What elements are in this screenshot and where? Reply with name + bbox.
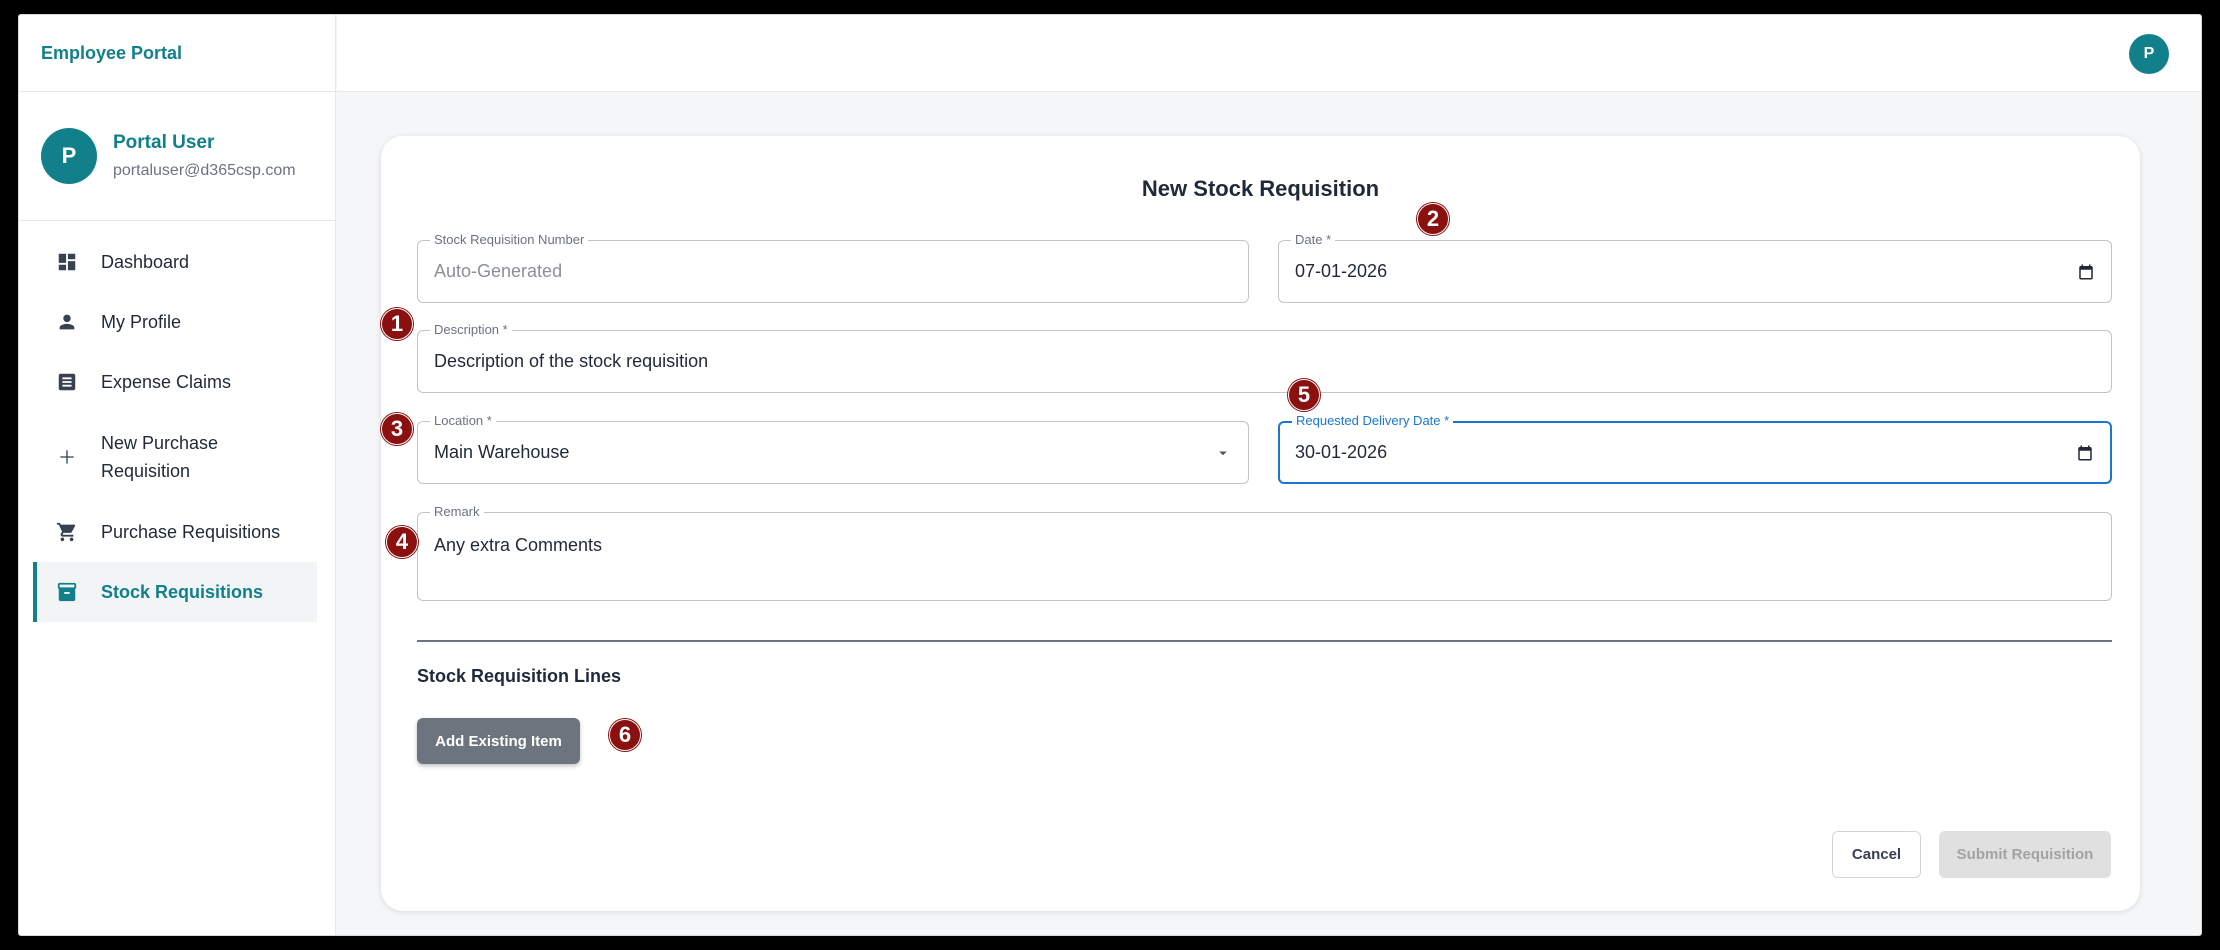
archive-icon	[55, 580, 79, 604]
document-icon	[55, 370, 79, 394]
account-avatar-button[interactable]: P	[2129, 34, 2169, 74]
top-bar: P	[337, 15, 2201, 92]
date-field[interactable]: Date * 07-01-2026	[1278, 232, 2112, 303]
calendar-icon[interactable]	[2077, 263, 2095, 281]
annotation-badge-2: 2	[1417, 203, 1449, 235]
remark-textarea[interactable]: Remark Any extra Comments	[417, 504, 2112, 601]
sidebar-item-new-purchase-requisition[interactable]: New Purchase Requisition	[33, 412, 317, 502]
annotation-badge-4: 4	[386, 526, 418, 558]
dashboard-icon	[55, 250, 79, 274]
plus-icon	[55, 445, 79, 469]
submit-requisition-button: Submit Requisition	[1939, 831, 2111, 878]
stock-requisition-form-card: New Stock Requisition Stock Requisition …	[381, 136, 2140, 911]
screenshot-frame: Employee Portal P Portal User portaluser…	[0, 0, 2220, 950]
location-select[interactable]: Location * Main Warehouse	[417, 413, 1249, 484]
cart-icon	[55, 520, 79, 544]
field-value: Any extra Comments	[434, 535, 603, 555]
sidebar-item-label: New Purchase Requisition	[101, 433, 219, 481]
description-field[interactable]: Description * Description of the stock r…	[417, 322, 2112, 393]
sidebar-item-label: My Profile	[101, 312, 182, 332]
user-profile-block: P Portal User portaluser@d365csp.com	[19, 92, 335, 221]
section-divider	[417, 640, 2112, 642]
annotation-badge-6: 6	[609, 719, 641, 751]
sidebar-item-label: Purchase Requisitions	[101, 522, 281, 542]
sidebar-item-label: Expense Claims	[101, 372, 232, 392]
sidebar-item-stock-requisitions[interactable]: Stock Requisitions	[33, 562, 317, 622]
sidebar-item-purchase-requisitions[interactable]: Purchase Requisitions	[33, 502, 317, 562]
sidebar-item-dashboard[interactable]: Dashboard	[33, 232, 317, 292]
field-placeholder: Auto-Generated	[434, 261, 563, 281]
form-title: New Stock Requisition	[1141, 176, 1380, 201]
app-title[interactable]: Employee Portal	[19, 15, 335, 92]
app-window: Employee Portal P Portal User portaluser…	[18, 14, 2202, 936]
sidebar-nav: Dashboard My Profile Expense Claims New …	[19, 221, 335, 622]
user-name: Portal User	[113, 132, 215, 153]
field-value: 30-01-2026	[1295, 442, 1388, 462]
field-value: Description of the stock requisition	[434, 351, 709, 371]
requested-delivery-date-field[interactable]: Requested Delivery Date * 30-01-2026	[1278, 413, 2112, 484]
calendar-icon[interactable]	[2076, 444, 2094, 462]
field-value: Main Warehouse	[434, 442, 570, 462]
stock-requisition-lines-title: Stock Requisition Lines	[417, 666, 622, 686]
sidebar: Employee Portal P Portal User portaluser…	[19, 15, 336, 935]
annotation-badge-3: 3	[381, 413, 413, 445]
user-avatar: P	[41, 128, 97, 184]
sidebar-item-my-profile[interactable]: My Profile	[33, 292, 317, 352]
user-email: portaluser@d365csp.com	[113, 162, 296, 179]
add-existing-item-button[interactable]: Add Existing Item	[417, 718, 580, 764]
annotation-badge-1: 1	[381, 308, 413, 340]
field-value: 07-01-2026	[1295, 261, 1388, 281]
stock-requisition-number-field[interactable]: Stock Requisition Number Auto-Generated	[417, 232, 1249, 303]
sidebar-item-expense-claims[interactable]: Expense Claims	[33, 352, 317, 412]
annotation-badge-5: 5	[1288, 379, 1320, 411]
chevron-down-icon[interactable]	[1214, 444, 1232, 462]
sidebar-item-label: Stock Requisitions	[101, 582, 264, 602]
cancel-button[interactable]: Cancel	[1832, 831, 1921, 878]
sidebar-item-label: Dashboard	[101, 252, 190, 272]
person-icon	[55, 310, 79, 334]
field-label: Remark	[430, 504, 484, 520]
